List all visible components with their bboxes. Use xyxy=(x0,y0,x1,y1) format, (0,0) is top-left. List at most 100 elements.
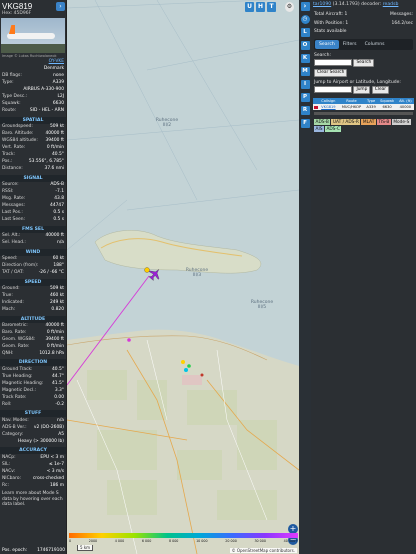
info-row-key: Geom. WGS84: xyxy=(2,336,36,342)
app-header: tar1090 (3.14.1793) decoder: readsb xyxy=(311,0,416,9)
search-button[interactable]: Search xyxy=(353,58,375,67)
info-row-value: 0.820 xyxy=(51,306,64,312)
info-row: Direction (from): 188° xyxy=(0,263,66,270)
layer-button-o[interactable]: O xyxy=(300,41,310,50)
info-row: Baro. Rate: 0 ft/min xyxy=(0,330,66,337)
tab-filters[interactable]: Filters xyxy=(339,40,361,49)
source-chip[interactable]: ADS-C xyxy=(324,126,342,132)
aircraft-info-panel: VKG819 Hex: 45D96F › Image © Lukas Rucht… xyxy=(0,0,67,554)
app-link[interactable]: tar1090 xyxy=(313,2,331,7)
basic-info-rows: OY-VKE Denmark DB flags: none Type: A339 AIRBU… xyxy=(0,59,66,115)
altitude-legend-labels: 0 2000 4 000 6 000 8 000 10 000 20 000 30 000 40… xyxy=(69,539,298,543)
map-view[interactable]: Ruhecone III/2 Ruhecone III/3 Ruhecone I… xyxy=(67,0,299,554)
info-row-value[interactable]: OY-VKE xyxy=(49,59,64,65)
info-row-key: Last Seen: xyxy=(2,217,25,223)
info-row: Type: A339 xyxy=(0,80,66,87)
marker-green[interactable] xyxy=(187,364,191,368)
info-row: Type Desc.: L2J xyxy=(0,94,66,101)
info-row-key: Magnetic Decl.: xyxy=(2,387,37,393)
jump-button[interactable]: Jump xyxy=(353,85,371,94)
tab-search[interactable]: Search xyxy=(315,39,339,49)
map-button-h[interactable]: H xyxy=(256,2,265,12)
info-row: Baro. Altitude: 40000 ft xyxy=(0,131,66,138)
collapse-panel-icon[interactable]: › xyxy=(56,2,65,11)
info-row: Mach: 0.820 xyxy=(0,307,66,314)
layer-button-p[interactable]: P xyxy=(300,93,310,102)
table-scrollbar[interactable] xyxy=(314,112,413,115)
receiver-marker[interactable] xyxy=(144,267,150,273)
marker-red[interactable] xyxy=(200,373,204,377)
info-row-value: -0.2 xyxy=(55,401,64,407)
marker-magenta[interactable] xyxy=(127,338,131,342)
map-button-u[interactable]: U xyxy=(245,2,254,12)
info-row-key: Messages: xyxy=(2,203,26,209)
info-row-value: 39400 ft xyxy=(45,336,64,342)
layer-button-r[interactable]: R xyxy=(300,106,310,115)
row-alt: 40000 xyxy=(396,104,414,110)
marker-yellow[interactable] xyxy=(181,360,185,364)
table-row[interactable]: VKG819 MUC/HKOP A339 6630 40000 xyxy=(313,104,414,110)
marker-cyan[interactable] xyxy=(184,368,188,372)
source-chip[interactable]: UAT / ADS-R xyxy=(331,119,361,125)
info-row: Indicated: 249 kt xyxy=(0,300,66,307)
info-row: RSSI: -7.1 xyxy=(0,189,66,196)
info-row: NICbaro: cross-checked xyxy=(0,475,66,482)
info-row-value: 41.5° xyxy=(52,380,64,386)
info-row: Squawk: 6630 xyxy=(0,101,66,108)
info-row: NACv: < 3 m/s xyxy=(0,468,66,475)
stats-row-1: Total Aircraft: 1 Messages: xyxy=(311,9,416,18)
info-row: Nav. Modes: n/a xyxy=(0,417,66,424)
source-chip[interactable]: ADS-B xyxy=(314,119,331,125)
stats-row-2: With Position: 1 164.2/sec xyxy=(311,18,416,27)
info-row: TAT / OAT: -26 / -66 °C xyxy=(0,270,66,277)
layer-button-m[interactable]: M xyxy=(300,67,310,76)
source-chip[interactable]: MLAT xyxy=(361,119,376,125)
info-row: SIL: ≤ 1e-7 xyxy=(0,461,66,468)
history-icon[interactable]: ◷ xyxy=(300,15,310,24)
info-row: Magnetic Decl.: 3.3° xyxy=(0,387,66,394)
decoder-link[interactable]: readsb xyxy=(383,2,399,7)
source-chip[interactable]: Mode-S xyxy=(391,119,411,125)
layer-button-l[interactable]: L xyxy=(300,28,310,37)
info-row: Roll: -0.2 xyxy=(0,401,66,408)
info-row-value: AIRBUS A-330-900 xyxy=(23,87,64,93)
info-row-value: 40000 ft xyxy=(45,131,64,137)
info-row-key: Last Pos.: xyxy=(2,210,23,216)
selected-hex: Hex: 45D96F xyxy=(2,11,32,16)
source-chip[interactable]: TIS-B xyxy=(376,119,391,125)
info-row: Route: SID - HEL - ARN xyxy=(0,108,66,115)
info-row: ADS-B Ver.: v2 (DO-260B) xyxy=(0,424,66,431)
info-row-value: ≤ 1e-7 xyxy=(49,461,64,467)
info-row: Messages: 44747 xyxy=(0,203,66,210)
tab-columns[interactable]: Columns xyxy=(361,40,389,49)
info-row-value: 40000 ft xyxy=(45,233,64,239)
info-row-key: NICbaro: xyxy=(2,475,21,481)
stats-available[interactable]: Stats available xyxy=(314,29,346,35)
jump-input[interactable] xyxy=(314,86,352,93)
settings-gear-icon[interactable]: ⚙ xyxy=(285,2,294,12)
info-row-value: 44.7° xyxy=(52,373,64,379)
collapse-right-icon[interactable]: › xyxy=(300,2,310,11)
map-label-3: Ruhecone III/5 xyxy=(250,300,274,310)
info-row-key: QNH: xyxy=(2,350,14,356)
info-row-value: 44747 xyxy=(50,203,64,209)
aircraft-photo[interactable] xyxy=(1,18,65,53)
clear-jump-button[interactable]: Clear xyxy=(371,85,390,94)
info-row-key: True: xyxy=(2,292,13,298)
info-row-value: n/a xyxy=(57,417,64,423)
search-input[interactable] xyxy=(314,59,352,66)
map-label-2: Ruhecone III/3 xyxy=(185,268,209,278)
map-attribution[interactable]: © OpenStreetMap contributors. xyxy=(229,548,297,553)
info-row-value: 39400 ft xyxy=(45,138,64,144)
info-row-value: 53.556°, 6.785° xyxy=(28,159,64,165)
map-button-t[interactable]: T xyxy=(267,2,276,12)
layer-button-k[interactable]: K xyxy=(300,54,310,63)
info-row-value: Heavy (> 300000 lb) xyxy=(18,438,64,444)
source-chip[interactable]: AIS xyxy=(314,126,324,132)
layer-button-i[interactable]: I xyxy=(300,80,310,89)
section-header: DIRECTION xyxy=(0,359,66,367)
clear-search-button[interactable]: Clear Search xyxy=(314,69,348,77)
layer-button-f[interactable]: F xyxy=(300,119,310,128)
info-row-key: TAT / OAT: xyxy=(2,270,24,275)
info-row: Ground: 509 kt xyxy=(0,286,66,293)
